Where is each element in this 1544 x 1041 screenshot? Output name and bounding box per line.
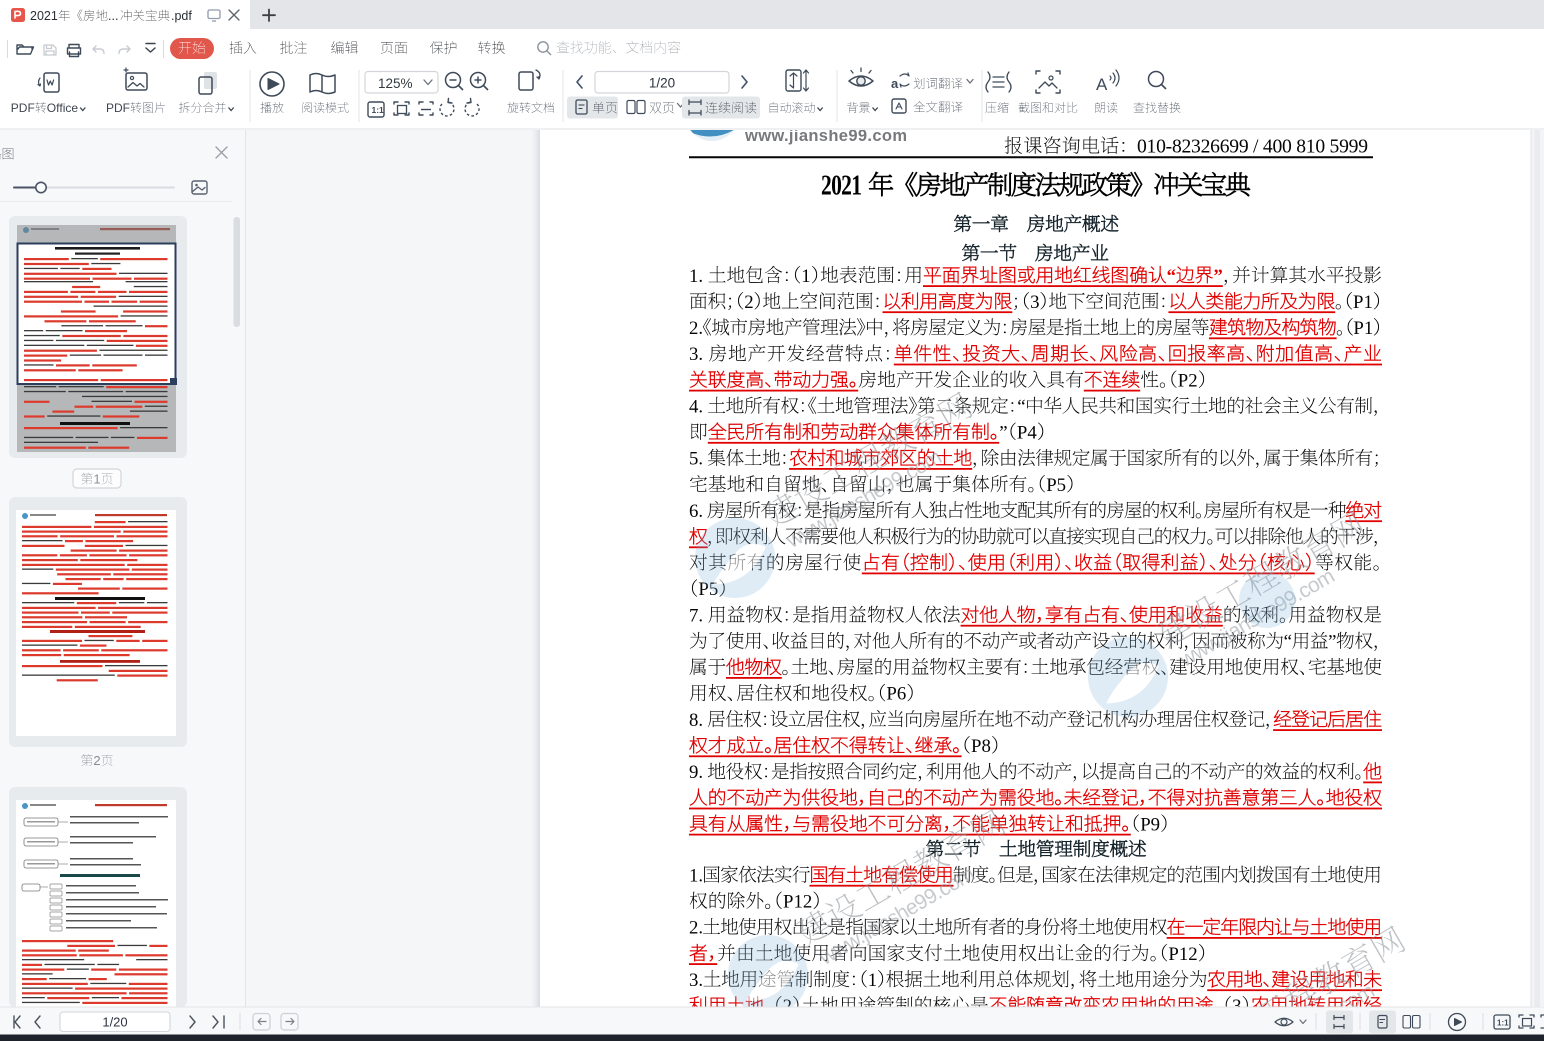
svg-text:P1: P1 (1353, 292, 1373, 313)
svg-text:1: 1 (93, 472, 100, 487)
svg-text:7.: 7. (689, 605, 703, 626)
svg-text:8.: 8. (689, 710, 703, 731)
svg-text:P12: P12 (1168, 944, 1197, 965)
svg-text:010-82326699 / 400 810 5999: 010-82326699 / 400 810 5999 (1137, 137, 1368, 158)
svg-text:5.: 5. (689, 449, 703, 470)
svg-text:1/20: 1/20 (102, 1015, 127, 1030)
svg-text:1: 1 (801, 266, 810, 287)
svg-text:2.: 2. (689, 318, 703, 339)
svg-text:P6: P6 (886, 684, 906, 705)
svg-text:”: ” (1213, 266, 1222, 287)
svg-text:P12: P12 (783, 892, 812, 913)
svg-text:PDF: PDF (106, 101, 130, 115)
svg-text:”: ” (999, 423, 1007, 444)
svg-text:P8: P8 (971, 736, 991, 757)
svg-text:1: 1 (868, 970, 877, 991)
svg-text:A: A (1096, 75, 1108, 94)
svg-text:P9: P9 (1140, 814, 1160, 835)
svg-text:Office: Office (47, 101, 79, 115)
svg-text:.pdf: .pdf (171, 9, 192, 23)
svg-text:P1: P1 (1353, 318, 1373, 339)
svg-text:a: a (891, 76, 899, 91)
svg-text:2: 2 (744, 292, 753, 313)
svg-text:125%: 125% (378, 76, 413, 91)
svg-text:P5: P5 (1046, 475, 1066, 496)
svg-text:1.: 1. (689, 865, 703, 886)
svg-text:P2: P2 (1178, 370, 1198, 391)
svg-text:”: ” (1328, 632, 1336, 653)
svg-text:4.: 4. (689, 396, 703, 417)
svg-text:2: 2 (93, 753, 100, 768)
svg-text:2021: 2021 (821, 169, 862, 201)
svg-text:3.: 3. (689, 344, 703, 365)
svg-text:3: 3 (1030, 292, 1039, 313)
svg-text:3.: 3. (689, 970, 703, 991)
svg-text:9.: 9. (689, 762, 703, 783)
svg-text:“: “ (1284, 632, 1292, 653)
svg-text:“: “ (1167, 266, 1176, 287)
svg-text:P4: P4 (1017, 423, 1037, 444)
svg-text:2021: 2021 (30, 9, 58, 23)
svg-text:PDF: PDF (11, 101, 35, 115)
svg-text:“: “ (1017, 396, 1025, 417)
svg-text:1:1: 1:1 (1497, 1019, 1509, 1028)
svg-text:1/20: 1/20 (649, 76, 675, 91)
svg-text:...: ... (108, 9, 118, 23)
svg-text:2.: 2. (689, 918, 703, 939)
svg-text:1:1: 1:1 (372, 105, 385, 115)
svg-text:1.: 1. (689, 266, 703, 287)
svg-text:6.: 6. (689, 501, 703, 522)
